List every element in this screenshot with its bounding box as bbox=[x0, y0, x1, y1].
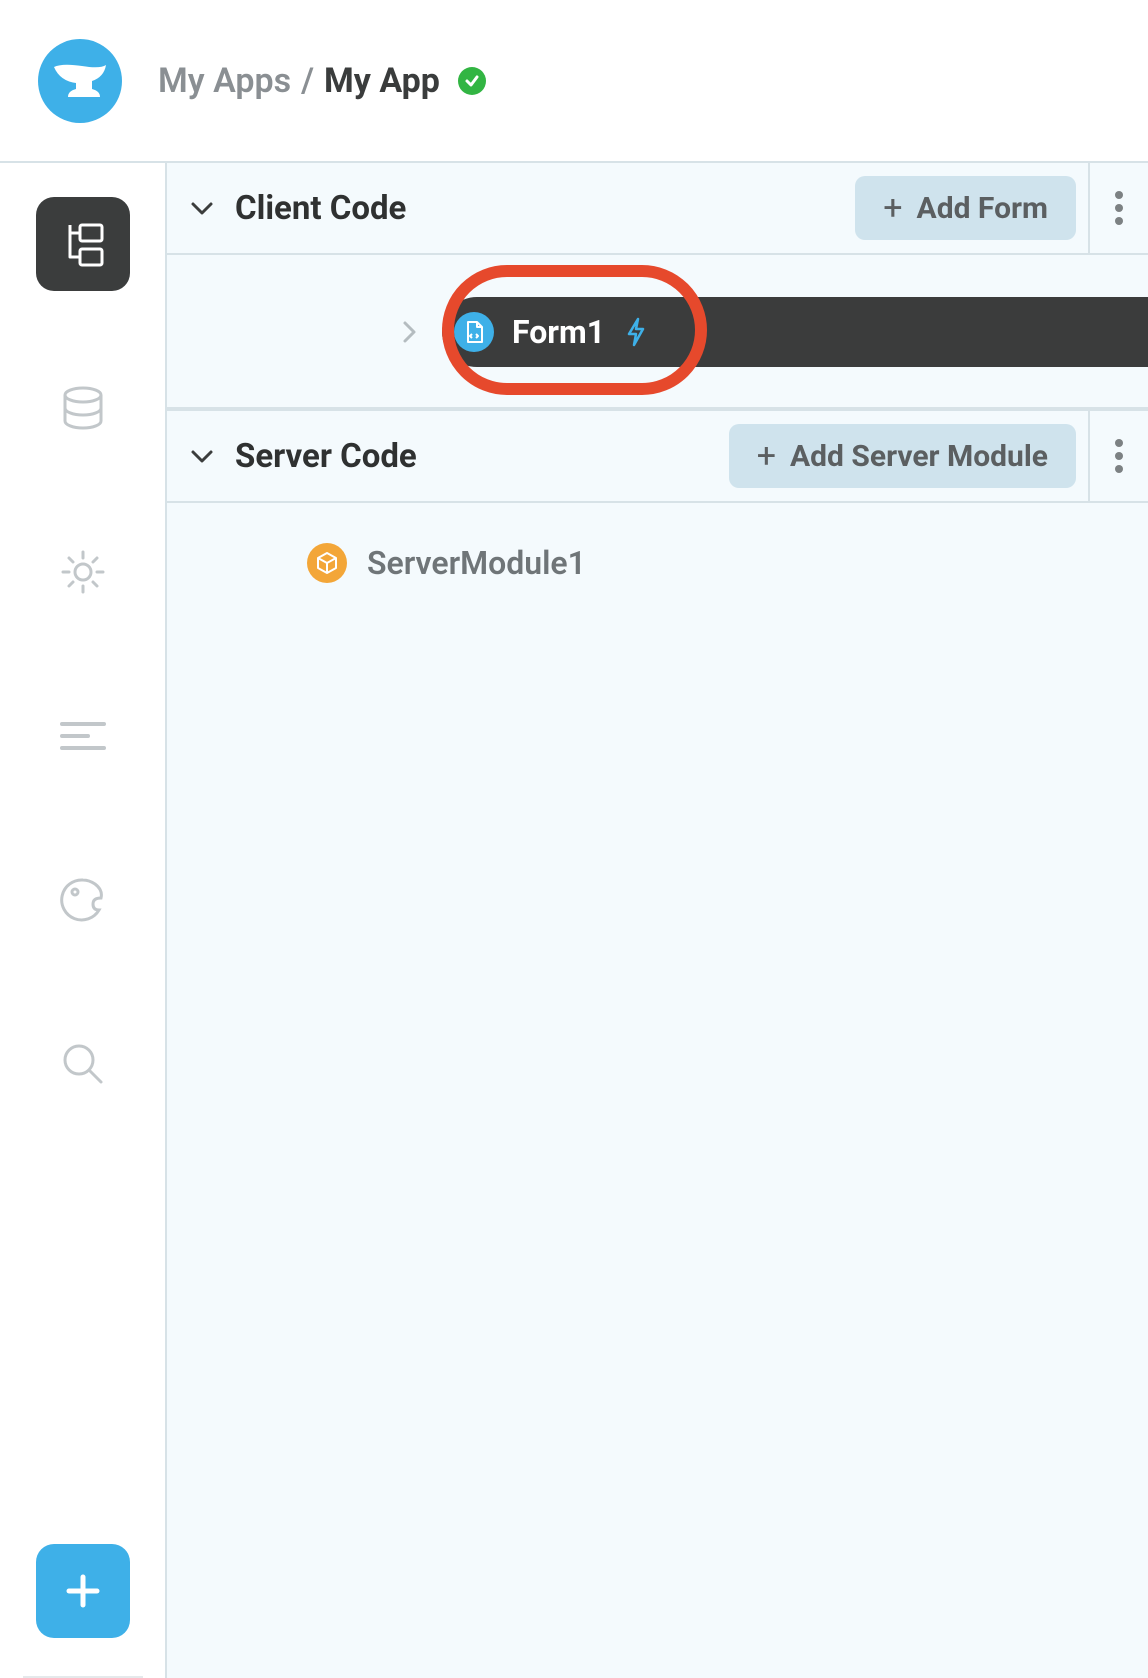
plus-icon bbox=[61, 1569, 105, 1613]
main-panel: Client Code + Add Form Form1 bbox=[167, 163, 1148, 1678]
nav-logs[interactable] bbox=[36, 689, 130, 783]
nav-search[interactable] bbox=[36, 1017, 130, 1111]
add-form-label: Add Form bbox=[917, 191, 1048, 226]
section-server-header[interactable]: Server Code + Add Server Module bbox=[167, 409, 1148, 503]
file-code-icon bbox=[464, 320, 484, 344]
palette-icon bbox=[57, 874, 109, 926]
nav-theme[interactable] bbox=[36, 853, 130, 947]
workspace: Client Code + Add Form Form1 bbox=[0, 163, 1148, 1678]
client-more-button[interactable] bbox=[1088, 163, 1148, 253]
lines-icon bbox=[58, 720, 108, 752]
cube-icon bbox=[315, 551, 339, 575]
add-form-button[interactable]: + Add Form bbox=[855, 176, 1076, 240]
kebab-icon bbox=[1115, 191, 1123, 225]
app-root: { "breadcrumb": {"parent": "My Apps", "c… bbox=[0, 0, 1148, 1678]
client-item-form1[interactable]: Form1 bbox=[442, 297, 1148, 367]
nav-data[interactable] bbox=[36, 361, 130, 455]
server-items: ServerModule1 bbox=[167, 503, 1148, 583]
chevron-down-icon bbox=[187, 193, 217, 223]
breadcrumb-current: My App bbox=[324, 61, 440, 101]
check-icon bbox=[464, 73, 480, 89]
section-server-title: Server Code bbox=[235, 437, 417, 476]
module-icon bbox=[307, 543, 347, 583]
search-icon bbox=[57, 1038, 109, 1090]
nav-app-tree[interactable] bbox=[36, 197, 130, 291]
topbar: My Apps / My App bbox=[0, 0, 1148, 163]
plus-icon: + bbox=[883, 188, 902, 228]
client-item-label: Form1 bbox=[512, 313, 605, 351]
kebab-icon bbox=[1115, 439, 1123, 473]
nav-settings[interactable] bbox=[36, 525, 130, 619]
form-file-icon bbox=[454, 312, 494, 352]
breadcrumb-parent[interactable]: My Apps bbox=[158, 61, 291, 101]
chevron-right-icon[interactable] bbox=[397, 317, 421, 347]
add-server-module-button[interactable]: + Add Server Module bbox=[729, 424, 1076, 488]
startup-form-icon bbox=[625, 317, 647, 347]
breadcrumb: My Apps / My App bbox=[158, 61, 440, 101]
add-button[interactable] bbox=[36, 1544, 130, 1638]
section-client-header[interactable]: Client Code + Add Form bbox=[167, 163, 1148, 255]
client-items: Form1 bbox=[167, 255, 1148, 409]
anvil-icon bbox=[52, 63, 108, 99]
tree-icon bbox=[58, 219, 108, 269]
sidebar bbox=[0, 163, 167, 1678]
add-server-module-label: Add Server Module bbox=[790, 439, 1048, 474]
server-item-servermodule1[interactable]: ServerModule1 bbox=[307, 543, 1148, 583]
gear-icon bbox=[57, 546, 109, 598]
database-icon bbox=[58, 383, 108, 433]
anvil-logo[interactable] bbox=[38, 39, 122, 123]
server-more-button[interactable] bbox=[1088, 411, 1148, 501]
section-client-title: Client Code bbox=[235, 189, 406, 228]
status-ok-badge bbox=[458, 67, 486, 95]
breadcrumb-sep: / bbox=[301, 61, 314, 101]
chevron-down-icon bbox=[187, 441, 217, 471]
plus-icon: + bbox=[757, 436, 776, 476]
server-item-label: ServerModule1 bbox=[367, 544, 586, 582]
